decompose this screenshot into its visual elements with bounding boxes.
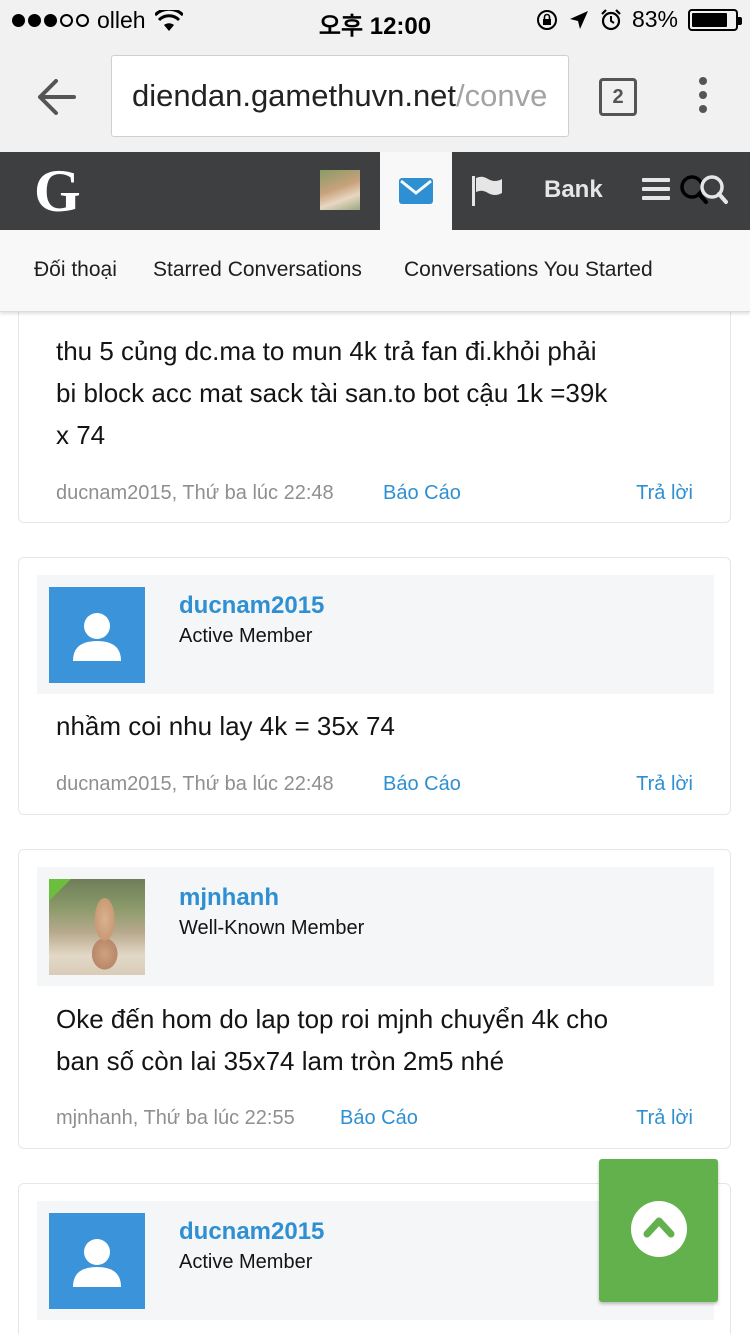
message-line: x 74 (56, 420, 106, 450)
message-line: Oke đến hom do lap top roi mjnh chuyển 4… (56, 1004, 609, 1034)
flag-icon[interactable] (472, 176, 504, 206)
message-meta: mjnhanh, Thứ ba lúc 22:55 (56, 1107, 295, 1129)
location-arrow-icon (569, 10, 588, 29)
rotation-lock-icon (536, 9, 557, 30)
username-link[interactable]: mjnhanh (179, 884, 279, 912)
avatar[interactable] (49, 587, 145, 683)
mail-icon (399, 178, 433, 204)
avatar[interactable] (49, 1213, 145, 1309)
message-line: bi block acc mat sack tài san.to bot cậu… (56, 378, 608, 408)
reply-link[interactable]: Trả lời (636, 1107, 693, 1130)
user-title: Active Member (179, 625, 313, 647)
report-link[interactable]: Báo Cáo (383, 482, 461, 505)
menu-icon[interactable] (642, 178, 670, 202)
username-link[interactable]: ducnam2015 (179, 592, 324, 620)
tab-conversations-you-started[interactable]: Conversations You Started (404, 258, 653, 282)
message-card: mjnhanh Well-Known Member Oke đến hom do… (18, 849, 731, 1149)
address-bar[interactable]: diendan.gamethuvn.net/conve (111, 55, 569, 137)
conversation-subnav: Đối thoại Starred Conversations Conversa… (0, 230, 750, 312)
tab-starred-conversations[interactable]: Starred Conversations (153, 258, 362, 282)
default-user-icon (73, 1239, 121, 1287)
url-path: /conve (456, 78, 548, 113)
message-line: ban số còn lai 35x74 lam tròn 2m5 nhé (56, 1046, 505, 1076)
reply-link[interactable]: Trả lời (636, 482, 693, 505)
battery-icon (688, 8, 742, 31)
message-meta: ducnam2015, Thứ ba lúc 22:48 (56, 482, 334, 504)
site-header: G Bank (0, 152, 750, 230)
status-bar: olleh 오후 12:00 83% (0, 0, 750, 40)
default-user-icon (73, 613, 121, 661)
message-card: thu 5 củng dc.ma to mun 4k trả fan đi.kh… (18, 292, 731, 523)
back-arrow-icon[interactable] (34, 75, 78, 119)
message-meta: ducnam2015, Thứ ba lúc 22:48 (56, 773, 334, 795)
battery-percent: 83% (631, 6, 678, 32)
conversations-tab[interactable] (380, 152, 452, 230)
username-link[interactable]: ducnam2015 (179, 1218, 324, 1246)
report-link[interactable]: Báo Cáo (340, 1107, 418, 1130)
url-host: diendan.gamethuvn.net (132, 78, 457, 113)
overflow-menu-icon[interactable] (695, 77, 711, 117)
message-text: nhầm coi nhu lay 4k = 35x 74 (56, 705, 706, 747)
site-logo[interactable]: G (34, 158, 81, 224)
user-title: Active Member (179, 1251, 313, 1273)
tab-switcher-button[interactable]: 2 (599, 78, 637, 116)
message-line: nhầm coi nhu lay 4k = 35x 74 (56, 711, 395, 741)
user-avatar[interactable] (320, 170, 360, 210)
user-title: Well-Known Member (179, 917, 365, 939)
bank-link[interactable]: Bank (544, 176, 603, 204)
alarm-icon (601, 8, 621, 30)
online-indicator (49, 879, 71, 901)
reply-link[interactable]: Trả lời (636, 773, 693, 796)
message-text: thu 5 củng dc.ma to mun 4k trả fan đi.kh… (56, 330, 706, 456)
browser-toolbar: diendan.gamethuvn.net/conve 2 (0, 40, 750, 152)
scroll-to-top-button[interactable] (599, 1159, 718, 1302)
search-icon[interactable] (678, 174, 730, 208)
message-author-block: ducnam2015 Active Member (37, 575, 714, 694)
message-card: ducnam2015 Active Member nhầm coi nhu la… (18, 557, 731, 815)
report-link[interactable]: Báo Cáo (383, 773, 461, 796)
message-text: Oke đến hom do lap top roi mjnh chuyển 4… (56, 998, 706, 1082)
message-line: thu 5 củng dc.ma to mun 4k trả fan đi.kh… (56, 336, 597, 366)
chevron-up-icon (643, 1217, 675, 1238)
message-author-block: mjnhanh Well-Known Member (37, 867, 714, 986)
tab-conversations[interactable]: Đối thoại (34, 258, 117, 282)
